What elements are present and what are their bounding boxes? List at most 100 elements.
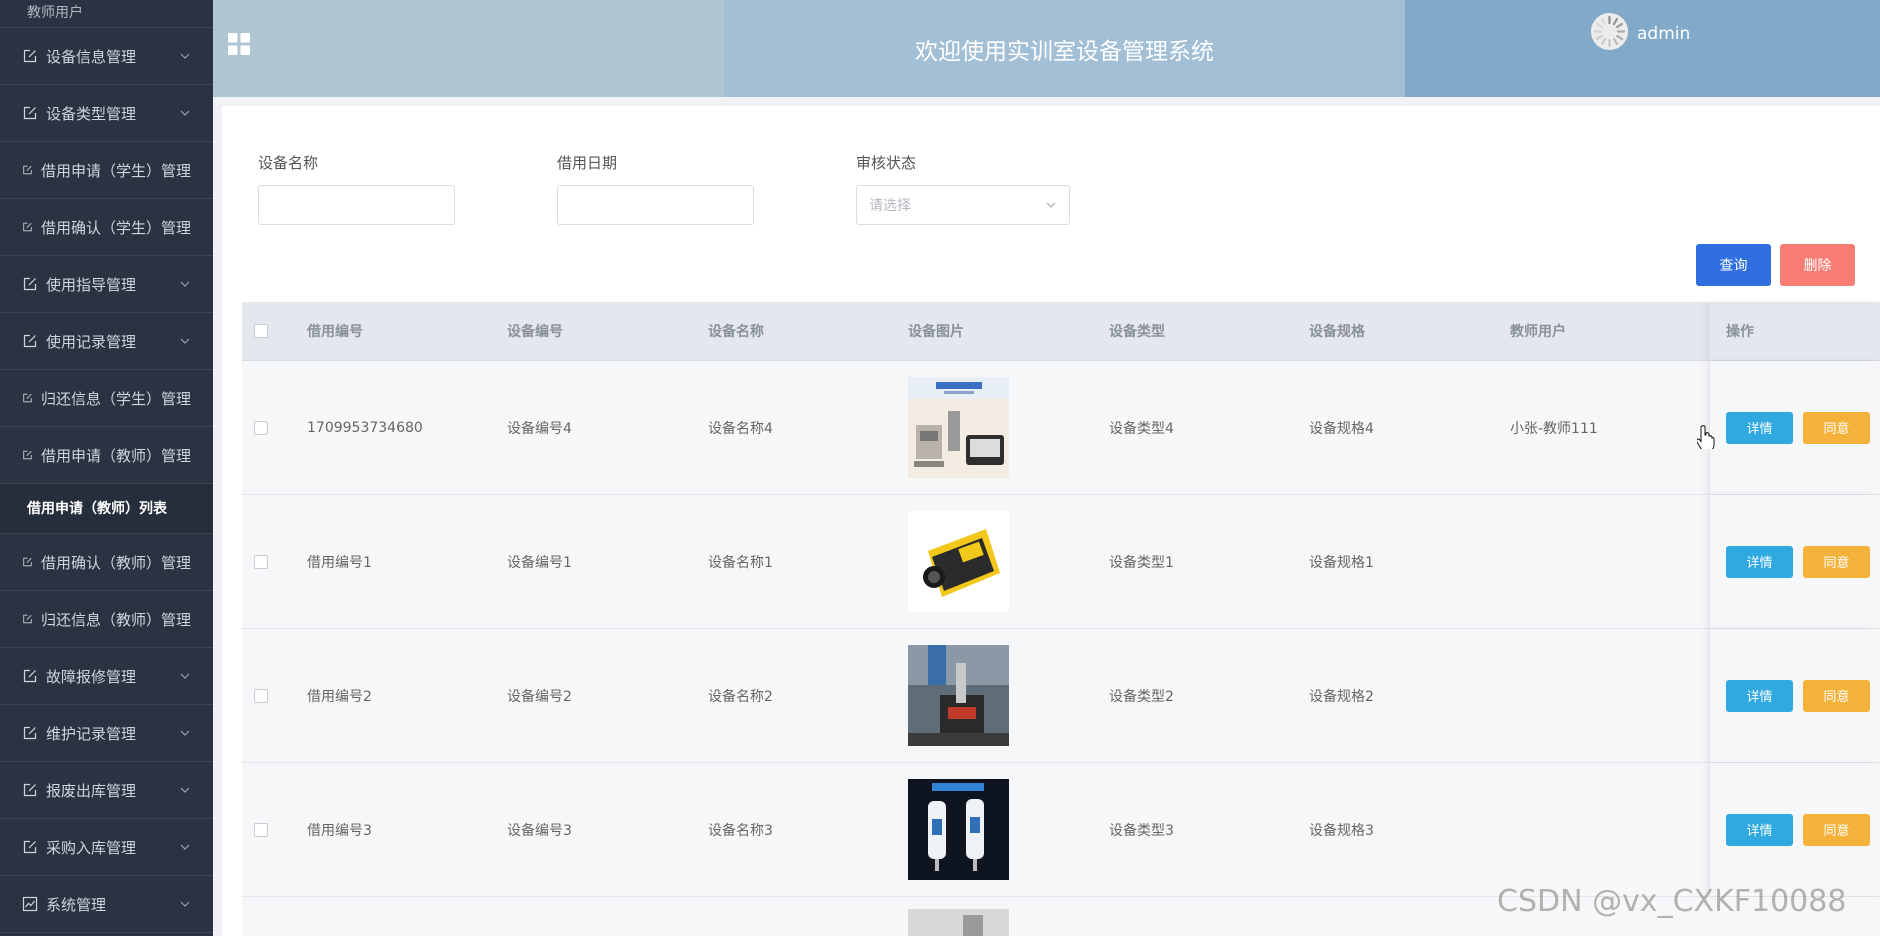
row-checkbox[interactable] xyxy=(254,688,268,703)
chevron-down-icon xyxy=(180,730,190,736)
sidebar-item-items_top-1[interactable]: 设备类型管理 xyxy=(0,85,213,142)
sidebar-item-items_bottom-0[interactable]: 借用确认（教师）管理 xyxy=(0,534,213,591)
sidebar-item-label: 维护记录管理 xyxy=(46,724,137,743)
cell-equip-img xyxy=(908,361,1009,494)
sidebar-item-items_bottom-3[interactable]: 维护记录管理 xyxy=(0,705,213,762)
chevron-down-icon xyxy=(180,787,190,793)
equip-thumb-partial xyxy=(908,909,1009,936)
detail-button[interactable]: 详情 xyxy=(1726,545,1793,578)
header-username[interactable]: admin xyxy=(1637,24,1690,44)
chart-icon xyxy=(22,896,38,912)
top-header: 欢迎使用实训室设备管理系统 admin xyxy=(213,0,1880,97)
cell-equip-img xyxy=(908,763,1009,896)
sidebar-item-label: 借用确认（学生）管理 xyxy=(40,218,191,237)
header-right: admin xyxy=(1405,0,1880,97)
sidebar-item-label: 系统管理 xyxy=(46,895,107,914)
cell-borrow-no: 1709953734680 xyxy=(307,419,423,436)
borrow-date-input[interactable] xyxy=(557,185,754,225)
sidebar-item-items_bottom-5[interactable]: 采购入库管理 xyxy=(0,819,213,876)
chevron-down-icon xyxy=(1046,202,1056,208)
row-checkbox-cell xyxy=(254,361,268,494)
cell-equip-no: 设备编号3 xyxy=(507,822,572,839)
agree-button[interactable]: 同意 xyxy=(1803,813,1870,846)
cell-equip-name: 设备名称3 xyxy=(708,822,773,839)
agree-button[interactable]: 同意 xyxy=(1803,545,1870,578)
row-checkbox[interactable] xyxy=(254,554,268,569)
equip-thumb-yellow-device xyxy=(908,511,1009,612)
filter-borrow-date-label: 借用日期 xyxy=(557,154,618,172)
filter-review-status-label: 审核状态 xyxy=(856,154,917,172)
sidebar-user-label: 教师用户 xyxy=(0,0,213,28)
select-all-checkbox[interactable] xyxy=(254,324,268,338)
table-row: 1709953734680 设备编号4 设备名称4 设备类型4 设备规格4 小张-教师11… xyxy=(242,361,1880,495)
row-checkbox[interactable] xyxy=(254,822,268,837)
sidebar-item-items_top-2[interactable]: 借用申请（学生）管理 xyxy=(0,142,213,199)
th-ops: 操作 xyxy=(1709,302,1880,360)
equip-thumb-lab-bench xyxy=(908,377,1009,478)
cell-equip-no: 设备编号4 xyxy=(507,420,572,437)
edit-icon xyxy=(23,726,37,740)
edit-icon xyxy=(23,277,37,291)
sidebar-item-items_top-3[interactable]: 借用确认（学生）管理 xyxy=(0,199,213,256)
sidebar-item-label: 借用申请（教师）管理 xyxy=(40,446,191,465)
th-equip-img: 设备图片 xyxy=(908,324,964,340)
cell-equip-no: 设备编号1 xyxy=(507,554,572,571)
header-left xyxy=(213,0,724,97)
cell-ops: 详情 同意 xyxy=(1709,629,1880,762)
row-checkbox[interactable] xyxy=(254,420,268,435)
sidebar-item-label: 设备类型管理 xyxy=(46,104,137,123)
detail-button[interactable]: 详情 xyxy=(1726,411,1793,444)
sidebar-item-items_bottom-1[interactable]: 归还信息（教师）管理 xyxy=(0,591,213,648)
query-button[interactable]: 查询 xyxy=(1696,244,1771,286)
agree-button[interactable]: 同意 xyxy=(1803,411,1870,444)
th-equip-name: 设备名称 xyxy=(708,324,764,340)
edit-icon xyxy=(23,557,32,567)
sidebar-item-items_top-6[interactable]: 归还信息（学生）管理 xyxy=(0,370,213,427)
cell-equip-spec: 设备规格1 xyxy=(1309,554,1374,571)
sidebar-item-items_bottom-6[interactable]: 系统管理 xyxy=(0,876,213,933)
detail-button[interactable]: 详情 xyxy=(1726,679,1793,712)
th-equip-type: 设备类型 xyxy=(1109,324,1165,340)
filter-equip-name-label: 设备名称 xyxy=(258,154,319,172)
header-title: 欢迎使用实训室设备管理系统 xyxy=(724,0,1405,97)
avatar[interactable] xyxy=(1591,13,1628,50)
edit-icon xyxy=(23,840,37,854)
chevron-down-icon xyxy=(180,844,190,850)
cell-equip-type: 设备类型4 xyxy=(1109,420,1174,437)
equip-thumb-microscope xyxy=(908,645,1009,746)
cell-equip-spec: 设备规格3 xyxy=(1309,822,1374,839)
avatar-icon xyxy=(1591,13,1628,50)
review-status-select[interactable]: 请选择 xyxy=(856,185,1070,225)
equip-thumb-probe-pens xyxy=(908,779,1009,880)
th-equip-spec: 设备规格 xyxy=(1309,324,1365,340)
sidebar-subitem-teacher-borrow-list[interactable]: 借用申请（教师）列表 xyxy=(0,484,213,534)
sidebar-item-label: 借用申请（学生）管理 xyxy=(40,161,191,180)
cell-ops: 详情 同意 xyxy=(1709,361,1880,494)
sidebar-item-items_top-5[interactable]: 使用记录管理 xyxy=(0,313,213,370)
sidebar-item-items_top-7[interactable]: 借用申请（教师）管理 xyxy=(0,427,213,484)
equip-name-input[interactable] xyxy=(258,185,455,225)
sidebar-item-items_top-0[interactable]: 设备信息管理 xyxy=(0,28,213,85)
th-equip-no: 设备编号 xyxy=(507,324,563,340)
delete-button[interactable]: 删除 xyxy=(1780,244,1855,286)
sidebar-item-label: 采购入库管理 xyxy=(46,838,137,857)
sidebar-item-items_bottom-2[interactable]: 故障报修管理 xyxy=(0,648,213,705)
borrow-table: 借用编号 设备编号 设备名称 设备图片 设备类型 设备规格 教师用户 操作 17… xyxy=(242,302,1880,936)
chevron-down-icon xyxy=(180,53,190,59)
cell-borrow-no: 借用编号2 xyxy=(307,688,372,705)
hand-cursor-icon xyxy=(1697,425,1715,449)
sidebar-item-items_bottom-4[interactable]: 报废出库管理 xyxy=(0,762,213,819)
header-checkbox-cell xyxy=(254,302,268,360)
agree-button[interactable]: 同意 xyxy=(1803,679,1870,712)
sidebar-item-items_top-4[interactable]: 使用指导管理 xyxy=(0,256,213,313)
sidebar-item-label: 报废出库管理 xyxy=(46,781,137,800)
review-status-placeholder: 请选择 xyxy=(869,198,911,214)
cell-equip-type: 设备类型2 xyxy=(1109,688,1174,705)
detail-button[interactable]: 详情 xyxy=(1726,813,1793,846)
main-content: 设备名称 借用日期 审核状态 请选择 查询 删除 借用编号 设备编号 设备名称 … xyxy=(222,106,1880,936)
grid-menu-icon[interactable] xyxy=(227,32,251,56)
sidebar: 教师用户 设备信息管理设备类型管理借用申请（学生）管理 借用确认（学生）管理使用指… xyxy=(0,0,213,936)
edit-icon xyxy=(23,106,37,120)
filter-borrow-date: 借用日期 xyxy=(557,152,754,225)
sidebar-item-label: 归还信息（教师）管理 xyxy=(40,610,191,629)
